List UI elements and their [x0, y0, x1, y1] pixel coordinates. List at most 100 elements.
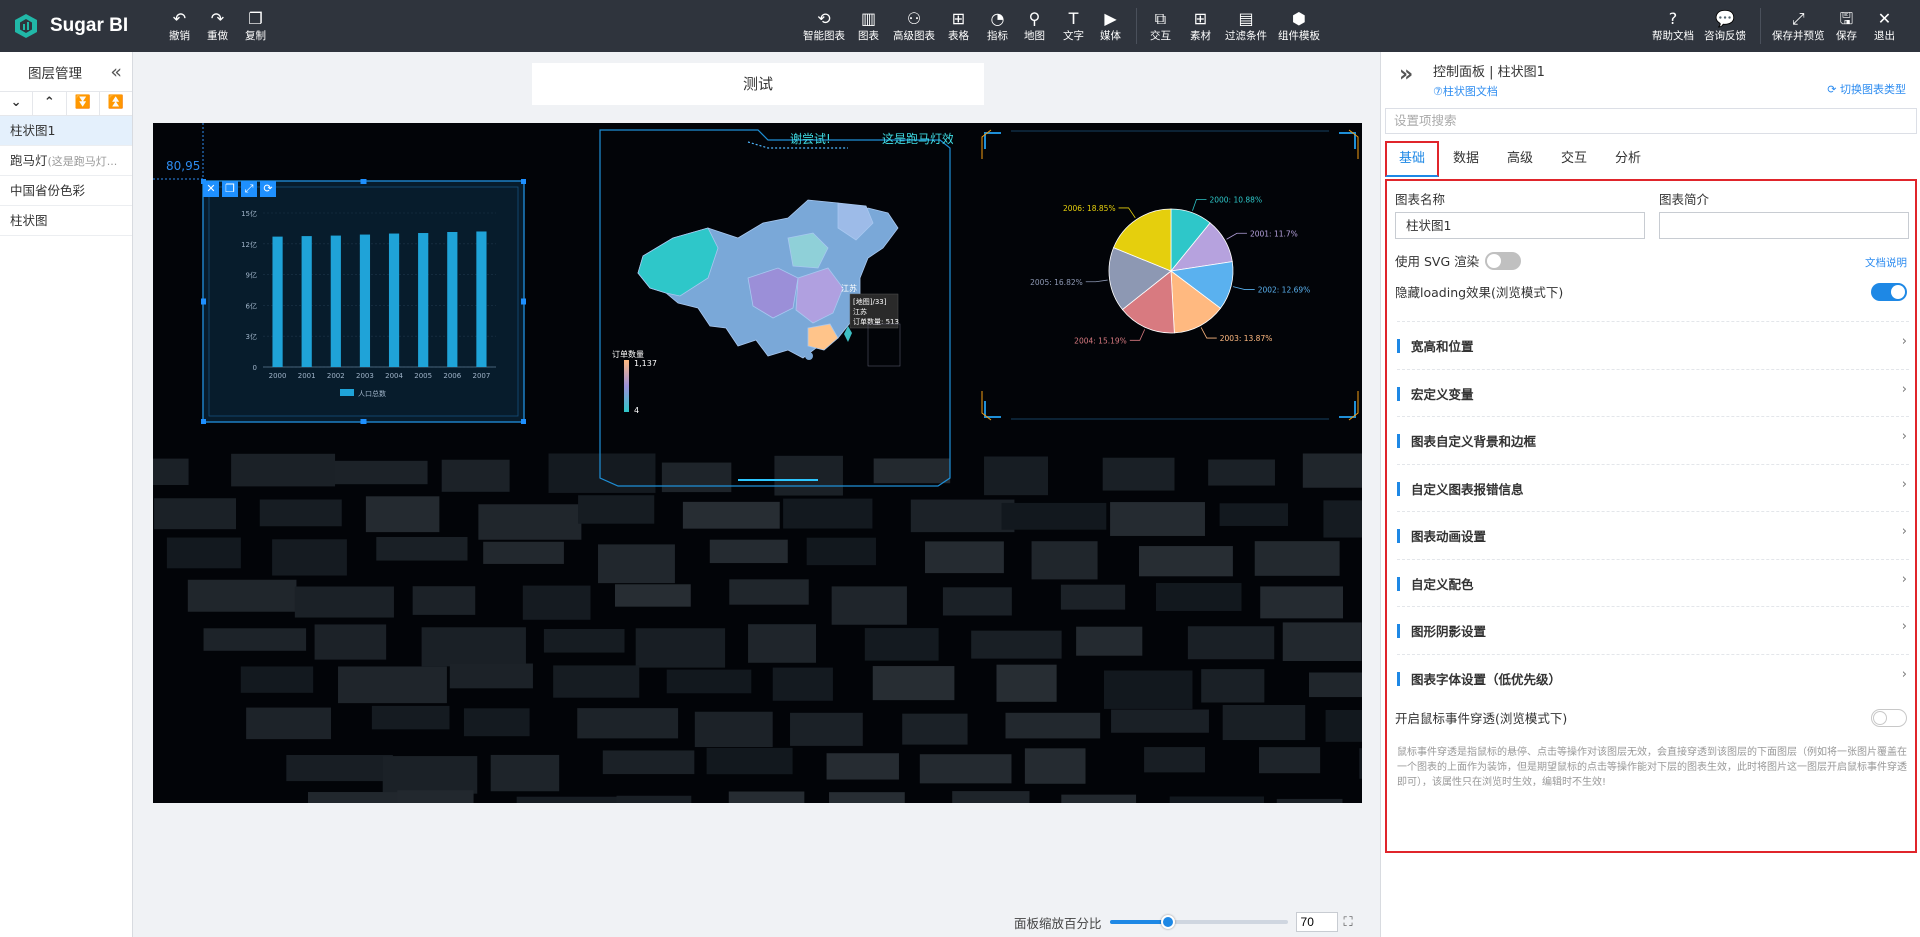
refresh-icon[interactable]: ⟳ — [260, 181, 276, 197]
layer-item[interactable]: 跑马灯(这是跑马灯... — [0, 146, 132, 176]
copy-icon[interactable]: ❐ — [222, 181, 238, 197]
help-button[interactable]: ? 帮助文档 — [1652, 9, 1694, 43]
section-title: 图形阴影设置 — [1411, 624, 1487, 639]
dashboard-title[interactable]: 测试 — [532, 63, 984, 105]
advanced-chart-button[interactable]: ⚇ 高级图表 — [893, 9, 935, 43]
pie-label-line — [1085, 279, 1108, 283]
move-down-button[interactable]: ⌄ — [0, 92, 34, 115]
copy-button[interactable]: ❐ 复制 — [245, 9, 266, 43]
map-button[interactable]: ⚲ 地图 — [1024, 9, 1045, 43]
table-button[interactable]: ⊞ 表格 — [948, 9, 969, 43]
media-button[interactable]: ▶ 媒体 — [1100, 9, 1121, 43]
chevron-right-icon: › — [1901, 476, 1907, 492]
filter-icon: ▤ — [1238, 9, 1254, 28]
settings-section[interactable]: 宽高和位置 › — [1397, 321, 1909, 368]
filter-button[interactable]: ▤ 过滤条件 — [1225, 9, 1267, 43]
settings-section[interactable]: 图形阴影设置 › — [1397, 606, 1909, 653]
media-icon: ▶ — [1104, 9, 1117, 28]
y-tick-label: 0 — [253, 364, 257, 372]
tab-basic[interactable]: 基础 — [1385, 141, 1439, 177]
bar-chart[interactable]: 0 3亿 6亿 9亿 12亿 15亿 2000 2001 2002 2003 2004 2005 200… — [201, 179, 526, 424]
feedback-button[interactable]: 💬 咨询反馈 — [1704, 9, 1746, 43]
text-button[interactable]: T 文字 — [1063, 9, 1084, 43]
chart-name-input[interactable]: 柱状图1 — [1395, 212, 1645, 239]
hide-loading-toggle[interactable] — [1871, 283, 1907, 301]
interaction-button[interactable]: ⧉ 交互 — [1150, 9, 1171, 43]
move-bottom-button[interactable]: ⏬ — [67, 92, 100, 115]
indicator-button[interactable]: ◔ 指标 — [987, 9, 1008, 43]
x-tick-label: 2002 — [327, 372, 345, 380]
collapse-double-left-icon[interactable]: « — [110, 61, 122, 83]
zoom-input[interactable] — [1295, 912, 1338, 932]
settings-section[interactable]: 图表字体设置（低优先级） › — [1397, 653, 1909, 701]
fullscreen-icon[interactable]: ⤢ — [241, 181, 257, 197]
x-tick-label: 2003 — [356, 372, 374, 380]
layer-item[interactable]: 柱状图1 — [0, 116, 132, 146]
zoom-slider-handle[interactable] — [1161, 915, 1176, 929]
material-button[interactable]: ⊞ 素材 — [1190, 9, 1211, 43]
component-template-button[interactable]: ⬢ 组件模板 — [1278, 9, 1320, 43]
y-tick-label: 6亿 — [246, 301, 257, 310]
expand-double-right-icon[interactable]: » — [1399, 62, 1413, 87]
bar — [301, 236, 312, 367]
pie-chart[interactable]: 2000: 10.88% 2001: 11.7% 2002: 12.69% 2003:… — [981, 129, 1359, 421]
smart-chart-button[interactable]: ⟲ 智能图表 — [803, 9, 845, 43]
pie-label: 2001: 11.7% — [1250, 229, 1298, 238]
toolbar-button-label: 咨询反馈 — [1704, 30, 1746, 42]
mouse-passthrough-hint: 鼠标事件穿透是指鼠标的悬停、点击等操作对该图层无效，会直接穿透到该图层的下面图层… — [1397, 747, 1907, 788]
section-accent-bar — [1397, 481, 1400, 496]
redo-button[interactable]: ↷ 重做 — [207, 9, 228, 43]
exit-button[interactable]: ✕ 退出 — [1874, 9, 1895, 43]
layer-item-sublabel: (这是跑马灯... — [47, 155, 118, 168]
move-top-button[interactable]: ⏫ — [100, 92, 132, 115]
tooltip-line: [地图]/33] — [853, 297, 887, 306]
pie-label: 2000: 10.88% — [1209, 195, 1262, 204]
chevron-right-icon: › — [1901, 334, 1907, 349]
layer-item[interactable]: 柱状图 — [0, 206, 132, 236]
chart-desc-input[interactable] — [1659, 212, 1909, 239]
dashboard-canvas[interactable]: 80,95 0 3亿 6亿 9亿 12亿 15亿 2000 2001 2002 2003 2004 2… — [153, 123, 1362, 803]
doc-explain-link[interactable]: 文档说明 — [1865, 255, 1907, 270]
svg-render-toggle[interactable] — [1485, 252, 1521, 270]
pie-label: 2003: 13.87% — [1220, 334, 1273, 343]
toolbar-button-label: 帮助文档 — [1652, 30, 1694, 42]
settings-section[interactable]: 图表自定义背景和边框 › — [1397, 416, 1909, 463]
map-tooltip: [地图]/33] 江苏 订单数量: 513 — [849, 293, 899, 329]
move-up-button[interactable]: ⌃ — [33, 92, 67, 115]
chart-doc-link[interactable]: ⑦柱状图文档 — [1433, 83, 1498, 99]
layer-item[interactable]: 中国省份色彩 — [0, 176, 132, 206]
tab-data[interactable]: 数据 — [1439, 141, 1493, 177]
save-preview-button[interactable]: ⤢ 保存并预览 — [1772, 9, 1825, 43]
china-map-shape — [637, 199, 899, 360]
mouse-passthrough-toggle[interactable] — [1871, 709, 1907, 727]
x-tick-label: 2001 — [298, 372, 316, 380]
save-button[interactable]: 🖫 保存 — [1836, 9, 1857, 43]
switch-chart-type-link[interactable]: ⟳ 切换图表类型 — [1827, 81, 1906, 97]
tab-analysis[interactable]: 分析 — [1601, 141, 1655, 177]
layer-panel-header: 图层管理 « — [0, 52, 132, 92]
y-tick-label: 12亿 — [241, 240, 257, 249]
fullscreen-icon[interactable]: ⛶ — [1344, 915, 1353, 930]
delete-icon[interactable]: ✕ — [203, 181, 219, 197]
settings-search-input[interactable] — [1385, 108, 1917, 134]
zoom-control: 面板缩放百分比 ⛶ — [1014, 912, 1353, 932]
legend-label: 人口总数 — [358, 389, 386, 398]
layer-item-label: 中国省份色彩 — [10, 183, 86, 198]
undo-button[interactable]: ↶ 撤销 — [169, 9, 190, 43]
x-tick-label: 2004 — [385, 372, 403, 380]
brand: Sugar BI — [12, 10, 128, 42]
settings-section[interactable]: 宏定义变量 › — [1397, 368, 1909, 416]
tab-advanced[interactable]: 高级 — [1493, 141, 1547, 177]
map-legend-min: 4 — [634, 406, 639, 415]
resize-handle — [360, 179, 367, 184]
chart-button[interactable]: ▥ 图表 — [858, 9, 879, 43]
settings-section[interactable]: 自定义图表报错信息 › — [1397, 463, 1909, 511]
marquee-text: 这是跑马灯效 — [882, 131, 953, 146]
bar — [418, 233, 429, 367]
china-province-map[interactable]: 谢尝试! 这是跑马灯效 江苏 [地图]/33] 江苏 订单数量: 513 订单数… — [598, 128, 953, 488]
zoom-slider[interactable] — [1109, 915, 1288, 929]
settings-section[interactable]: 图表动画设置 › — [1397, 511, 1909, 558]
pie-label: 2004: 15.19% — [1074, 336, 1127, 345]
tab-interaction[interactable]: 交互 — [1547, 141, 1601, 177]
settings-section[interactable]: 自定义配色 › — [1397, 558, 1909, 606]
